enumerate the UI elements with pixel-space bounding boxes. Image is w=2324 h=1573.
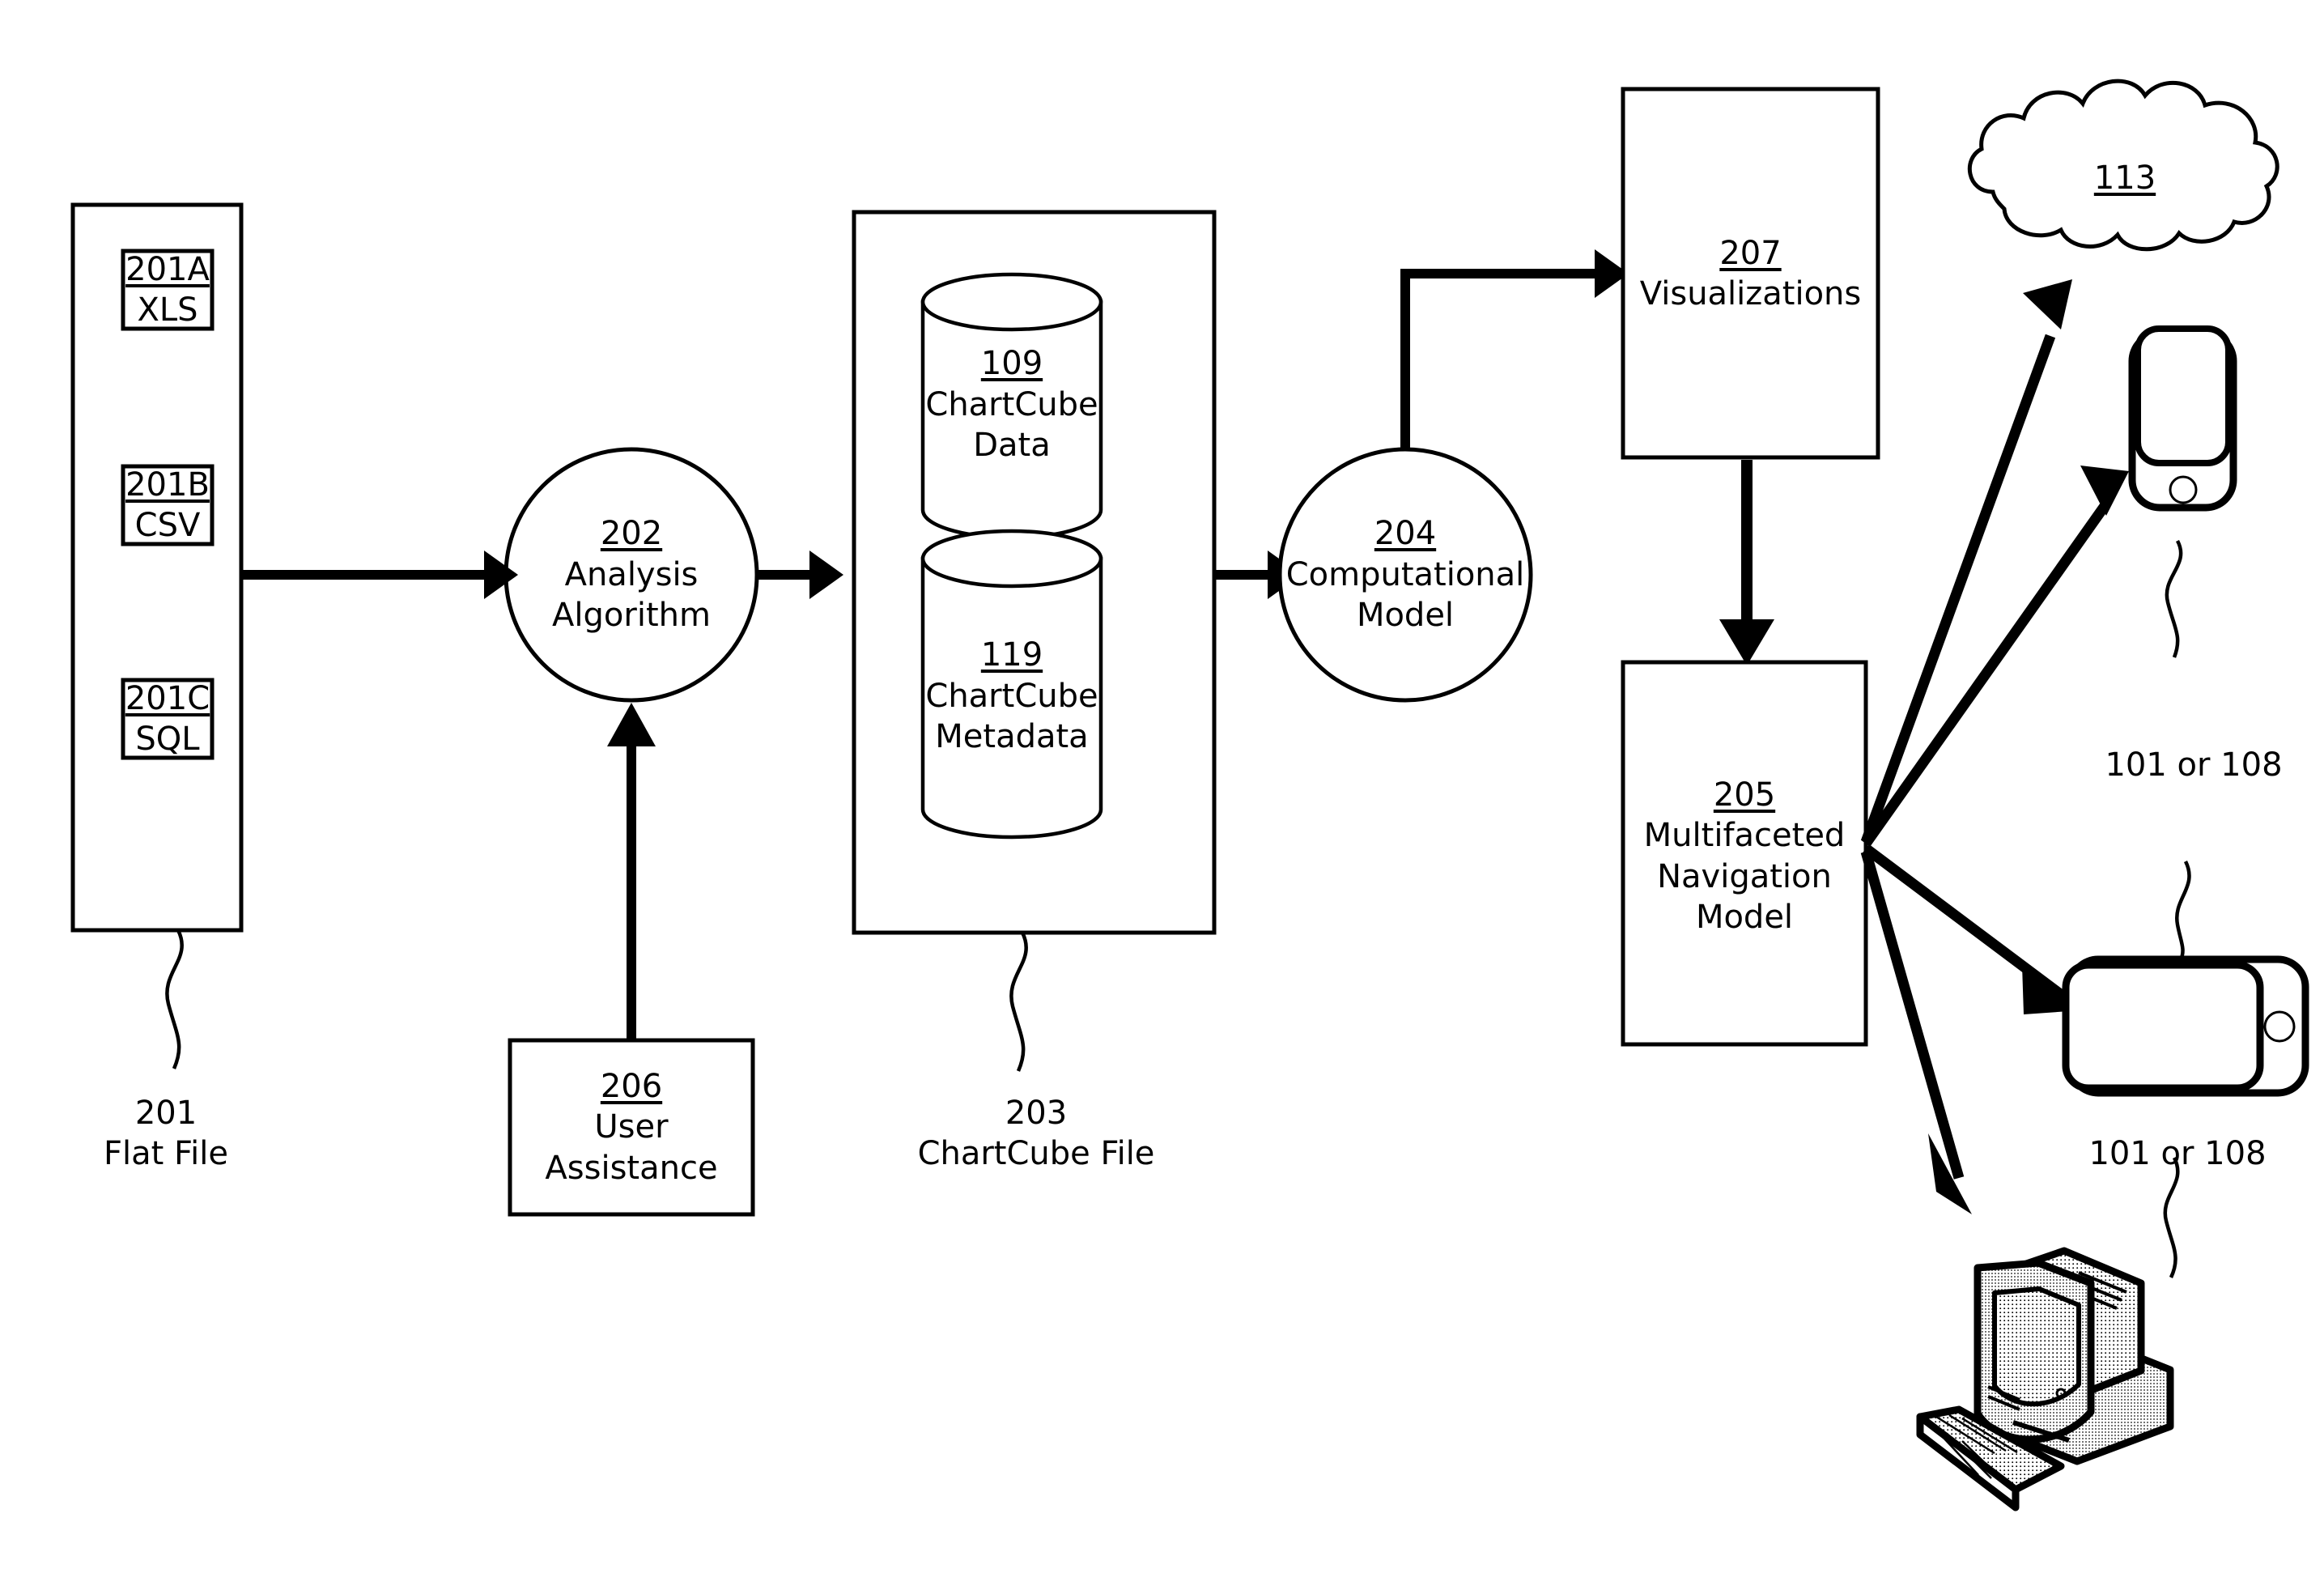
label-109-line2: Data — [973, 427, 1051, 465]
analysis-algorithm-node[interactable]: 202 Analysis Algorithm — [506, 490, 757, 660]
visualizations-node[interactable]: 207 Visualizations — [1623, 217, 1878, 330]
ref-207: 207 — [1719, 234, 1782, 272]
smartphone-leader-squiggle — [2165, 539, 2183, 658]
caption-label-chartcube-file: ChartCube File — [917, 1135, 1155, 1172]
ref-201c: 201C — [125, 679, 210, 717]
cloud-shape — [1967, 79, 2279, 252]
multifaceted-navigation-model-node[interactable]: 205 Multifaceted Navigation Model — [1623, 753, 1866, 959]
diagram-vector-layer — [70, 79, 2309, 1511]
user-assistance-node[interactable]: 206 User Assistance — [510, 1040, 753, 1214]
chartcube-file-caption: 203 ChartCube File — [874, 1089, 1198, 1178]
tablet-shape — [2062, 955, 2309, 1097]
ref-109: 109 — [980, 345, 1043, 383]
flat-file-child-201b[interactable]: 201B CSV — [123, 466, 212, 544]
edge-navigation-to-desktop — [1860, 850, 1972, 1214]
edge-userassistance-to-analysis — [607, 703, 656, 1040]
ref-206: 206 — [600, 1067, 663, 1105]
desktop-computer-shape — [1916, 1247, 2174, 1511]
edge-analysis-to-chartcubefile — [758, 551, 843, 599]
label-202-line2: Algorithm — [552, 597, 711, 635]
flat-file-caption: 201 Flat File — [73, 1089, 259, 1178]
chartcube-file-leader-squiggle — [1009, 931, 1028, 1072]
caption-ref-201: 201 — [134, 1094, 198, 1132]
edge-navigation-to-smartphone — [1861, 466, 2129, 847]
label-109-line1: ChartCube — [925, 385, 1098, 423]
label-201a: XLS — [137, 291, 198, 329]
edge-visualizations-to-navigation — [1719, 460, 1774, 665]
label-204-line1: Computational — [1285, 555, 1525, 593]
label-206-line2: Assistance — [545, 1149, 718, 1187]
ref-119: 119 — [980, 636, 1043, 674]
caption-ref-203: 203 — [1005, 1094, 1068, 1132]
edge-navigation-to-tablet — [1863, 844, 2080, 1014]
label-205-line1: Multifaceted — [1643, 817, 1846, 855]
ref-201b: 201B — [125, 466, 210, 504]
smartphone-shape — [2128, 325, 2237, 512]
label-202-line1: Analysis — [564, 555, 699, 593]
ref-201a: 201A — [125, 250, 210, 288]
edge-flatfile-to-analysis — [243, 551, 518, 599]
label-201c: SQL — [135, 721, 200, 758]
label-205-line2: Navigation — [1657, 857, 1832, 895]
label-119-line2: Metadata — [935, 718, 1089, 756]
ref-205: 205 — [1713, 776, 1776, 814]
ref-204: 204 — [1374, 515, 1437, 553]
edge-computational-to-visualizations — [1400, 249, 1629, 450]
label-205-line3: Model — [1695, 898, 1794, 936]
label-119-line1: ChartCube — [925, 677, 1098, 715]
desktop-leader-squiggle — [2163, 1156, 2180, 1278]
chartcube-metadata-node[interactable]: 119 ChartCube Metadata — [923, 615, 1101, 777]
label-204-line2: Model — [1356, 597, 1455, 635]
tablet-leader-squiggle — [2175, 860, 2191, 961]
flat-file-child-201c[interactable]: 201C SQL — [123, 680, 212, 758]
flat-file-leader-squiggle — [165, 929, 184, 1069]
computational-model-node[interactable]: 204 Computational Model — [1268, 490, 1543, 660]
label-207: Visualizations — [1639, 275, 1862, 312]
label-201b: CSV — [134, 507, 201, 544]
diagram-canvas: 201A XLS 201B CSV 201C SQL 201 Flat File… — [0, 0, 2324, 1573]
edge-navigation-to-cloud — [1860, 279, 2072, 844]
flat-file-child-201a[interactable]: 201A XLS — [123, 251, 212, 329]
ref-202: 202 — [600, 515, 663, 553]
label-206-line1: User — [594, 1108, 669, 1146]
chartcube-data-node[interactable]: 109 ChartCube Data — [923, 324, 1101, 486]
caption-label-flat-file: Flat File — [104, 1135, 228, 1172]
